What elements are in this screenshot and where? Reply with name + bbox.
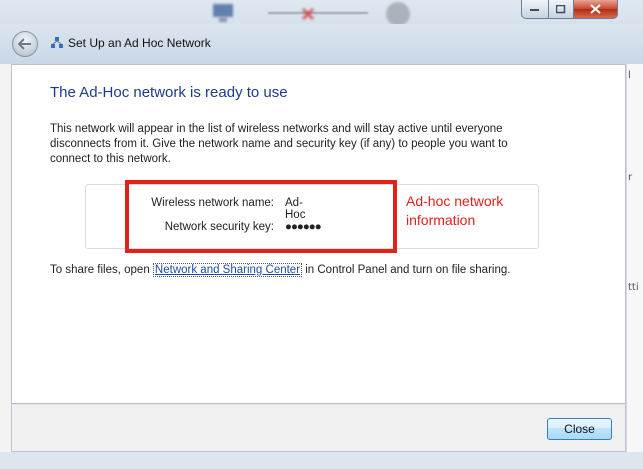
caption-buttons xyxy=(521,0,618,19)
annotation-label: Ad-hoc network information xyxy=(406,193,504,228)
background-connection-line xyxy=(268,12,368,14)
background-right-letter: tti xyxy=(628,282,639,293)
minimize-icon xyxy=(530,9,539,11)
window-close-button[interactable] xyxy=(574,0,618,19)
background-right-letter: l xyxy=(628,70,631,81)
back-arrow-icon xyxy=(18,38,31,50)
wizard-title: Set Up an Ad Hoc Network xyxy=(68,36,211,50)
share-files-text: To share files, open Network and Sharing… xyxy=(50,263,511,277)
share-prefix-text: To share files, open xyxy=(50,264,153,276)
close-icon xyxy=(590,4,601,14)
command-area xyxy=(11,404,626,452)
minimize-button[interactable] xyxy=(521,0,549,19)
network-sharing-center-link[interactable]: Network and Sharing Center xyxy=(152,263,303,277)
page-title: The Ad-Hoc network is ready to use xyxy=(50,84,288,101)
maximize-icon xyxy=(556,4,566,13)
description-text: This network will appear in the list of … xyxy=(50,123,508,165)
network-icon xyxy=(51,37,63,48)
background-right-letter: r xyxy=(628,172,633,183)
close-button[interactable]: Close xyxy=(547,418,612,440)
error-x-icon xyxy=(301,7,315,21)
highlight-box xyxy=(125,180,397,253)
share-suffix-text: in Control Panel and turn on file sharin… xyxy=(302,264,511,276)
background-bottom-strip xyxy=(0,452,643,469)
background-right-panel xyxy=(626,46,643,469)
computer-icon xyxy=(213,4,233,22)
maximize-button[interactable] xyxy=(549,0,574,19)
back-button[interactable] xyxy=(12,31,38,57)
